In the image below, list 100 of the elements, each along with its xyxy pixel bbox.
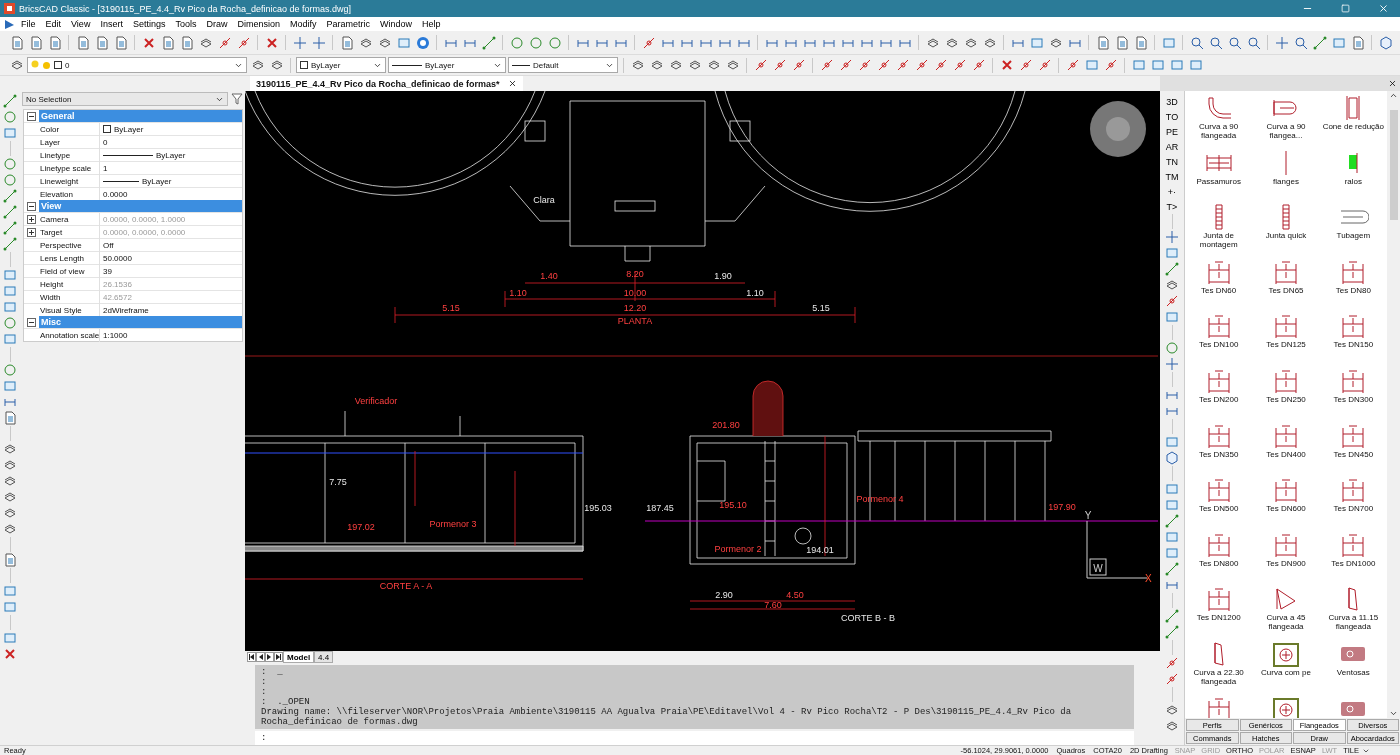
palette-shortcut[interactable]: +· (1167, 184, 1177, 199)
circle-tool-button[interactable] (1, 315, 19, 331)
close-palette-button[interactable] (1388, 79, 1397, 88)
magnifier-tool-button[interactable] (1292, 34, 1309, 51)
close-tab-button[interactable] (507, 79, 517, 88)
cube-tool-button[interactable] (1163, 450, 1181, 466)
menu-item[interactable]: Window (376, 17, 417, 31)
line-tool-button[interactable] (1163, 513, 1181, 529)
circle-tool-button[interactable] (527, 34, 544, 51)
selection-dropdown[interactable]: No Selection (22, 92, 228, 106)
last-tab-button[interactable] (274, 652, 283, 662)
palette-shortcut[interactable]: AR (1165, 139, 1179, 154)
collapse-toggle[interactable] (27, 201, 36, 211)
block-item[interactable]: Tes DN1000 (1319, 529, 1387, 585)
line-tool-button[interactable] (1, 236, 19, 252)
layer-dropdown[interactable]: 0 (27, 57, 247, 73)
collapse-toggle[interactable] (27, 111, 36, 121)
block-item[interactable]: Tubagem (1319, 202, 1387, 257)
rectangle-tool-button[interactable] (1163, 245, 1181, 261)
line-tool-button[interactable] (1311, 34, 1328, 51)
filter-icon[interactable] (231, 93, 243, 105)
block-item[interactable]: Tes DN200 (1185, 365, 1253, 421)
rectangle-tool-button[interactable] (1, 378, 19, 394)
menu-item[interactable]: Insert (96, 17, 127, 31)
block-item[interactable]: Ventosas (1319, 638, 1387, 694)
block-item[interactable]: Tes DN60 (1185, 256, 1253, 312)
block-item[interactable]: Tes DN65 (1252, 256, 1320, 312)
menu-item[interactable]: Help (418, 17, 445, 31)
rectangle-tool-button[interactable] (1187, 57, 1204, 73)
rectangle-tool-button[interactable] (1168, 57, 1185, 73)
menu-item[interactable]: Settings (128, 17, 170, 31)
circle-tool-button[interactable] (546, 34, 563, 51)
circle-tool-button[interactable] (1, 172, 19, 188)
block-item[interactable]: Junta de montagem (1185, 202, 1253, 257)
layout-tab[interactable]: 4.4 (314, 651, 334, 663)
line-tool-button[interactable] (1163, 561, 1181, 577)
block-item[interactable]: Tes DN350 (1185, 420, 1253, 476)
app-menu-icon[interactable] (4, 18, 15, 30)
collapse-toggle[interactable] (27, 317, 36, 327)
color-dropdown[interactable]: ByLayer (296, 57, 386, 73)
block-item[interactable]: Tes DN400 (1252, 420, 1320, 476)
circle-tool-button[interactable] (1163, 340, 1181, 356)
block-item[interactable]: Curva a 22.30 flangeada (1185, 638, 1253, 694)
magnifier-tool-button[interactable] (1207, 34, 1224, 51)
palette-shortcut[interactable]: PE (1166, 124, 1178, 139)
menu-item[interactable]: Modify (286, 17, 321, 31)
block-item[interactable]: flanges (1252, 147, 1320, 203)
palette-shortcut[interactable]: TO (1165, 109, 1179, 124)
line-tool-button[interactable] (480, 34, 497, 51)
palette-shortcut[interactable]: TN (1166, 154, 1178, 169)
block-item[interactable]: Tes DN900 (1252, 529, 1320, 585)
rectangle-tool-button[interactable] (1163, 434, 1181, 450)
move-tool-button[interactable] (1163, 356, 1181, 372)
menu-item[interactable]: File (17, 17, 40, 31)
block-item[interactable]: Curva a 90 flangea... (1252, 93, 1320, 148)
line-tool-button[interactable] (1163, 624, 1181, 640)
circle-tool-button[interactable] (508, 34, 525, 51)
magnifier-tool-button[interactable] (1226, 34, 1243, 51)
rectangle-tool-button[interactable] (1, 283, 19, 299)
menu-item[interactable]: Edit (41, 17, 66, 31)
block-item[interactable]: Tes DN500 (1185, 475, 1253, 530)
block-item[interactable]: Junta quick (1252, 202, 1320, 257)
block-item[interactable]: Tes DN100 (1185, 311, 1253, 366)
rectangle-tool-button[interactable] (1, 267, 19, 283)
menu-item[interactable]: Draw (202, 17, 232, 31)
rectangle-tool-button[interactable] (1149, 57, 1166, 73)
rectangle-tool-button[interactable] (1, 583, 19, 599)
move-tool-button[interactable] (310, 34, 327, 51)
document-tab[interactable]: 3190115_PE_4.4_Rv Pico da Rocha_definicao de formas* (250, 76, 523, 91)
circle-tool-button[interactable] (1, 156, 19, 172)
palette-shortcut[interactable]: T> (1166, 199, 1178, 214)
linetype-dropdown[interactable]: ByLayer (388, 57, 506, 73)
line-tool-button[interactable] (1, 93, 19, 109)
palette-shortcut[interactable]: 3D (1166, 94, 1178, 109)
rectangle-tool-button[interactable] (1, 125, 19, 141)
next-tab-button[interactable] (265, 652, 274, 662)
menu-item[interactable]: View (67, 17, 95, 31)
first-tab-button[interactable] (247, 652, 256, 662)
line-tool-button[interactable] (1163, 261, 1181, 277)
block-item[interactable]: Curva a 45 flangeada (1252, 584, 1320, 639)
block-item[interactable]: Tes DN450 (1319, 420, 1387, 476)
line-tool-button[interactable] (1163, 608, 1181, 624)
block-item[interactable]: Tes DN150 (1319, 311, 1387, 366)
block-item[interactable]: Curva a 11.15 flangeada (1319, 584, 1387, 639)
magnifier-tool-button[interactable] (1188, 34, 1205, 51)
block-item[interactable]: Cone de redução (1319, 93, 1387, 148)
block-item[interactable]: Tes DN80 (1319, 256, 1387, 312)
rectangle-tool-button[interactable] (1130, 57, 1147, 73)
move-tool-button[interactable] (291, 34, 308, 51)
block-item[interactable]: Tes DN250 (1252, 365, 1320, 421)
rectangle-tool-button[interactable] (1, 599, 19, 615)
circle-tool-button[interactable] (1, 109, 19, 125)
block-item[interactable]: Tes DN300 (1319, 365, 1387, 421)
move-tool-button[interactable] (1163, 229, 1181, 245)
rectangle-tool-button[interactable] (1, 299, 19, 315)
block-item[interactable]: Tes DN600 (1252, 475, 1320, 530)
rectangle-tool-button[interactable] (1163, 545, 1181, 561)
layout-tab[interactable]: Model (283, 651, 315, 663)
help-tool-button[interactable] (414, 34, 431, 51)
scrollbar-thumb[interactable] (1389, 110, 1398, 220)
